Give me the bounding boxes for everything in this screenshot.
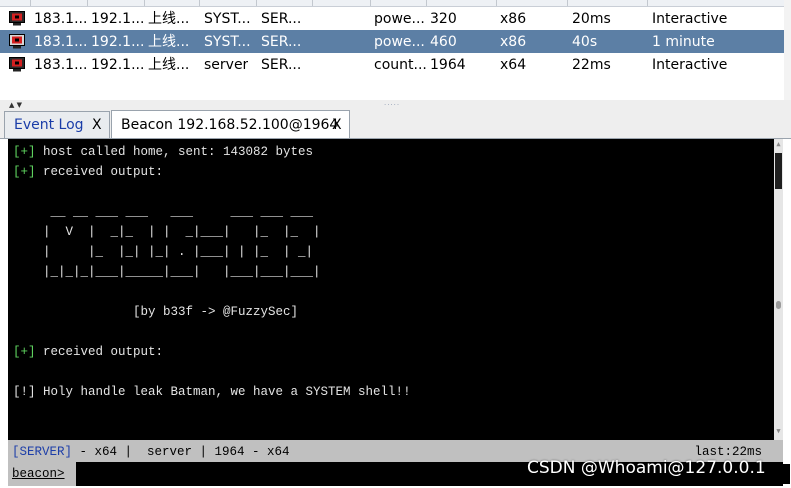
table-row[interactable]: 183.1... 192.1... 上线... SYST... SER... powe..… (0, 30, 784, 53)
beacon-console[interactable]: [+] host called home, sent: 143082 bytes… (8, 139, 783, 440)
scroll-up-icon[interactable]: ▲ (774, 140, 783, 148)
col-sep (426, 0, 427, 6)
table-row[interactable]: 183.1... 192.1... 上线... server SER... count..… (0, 53, 784, 76)
cell-user: SYST... (204, 11, 251, 27)
cell-note: 1 minute (652, 34, 715, 50)
console-prefix: [+] (13, 165, 36, 179)
status-info: - x64 | server | 1964 - x64 (72, 445, 290, 459)
console-text: | V | _|_ | | _|___| |_ |_ | (13, 225, 321, 239)
cell-external: 183.1... (34, 11, 88, 27)
col-sep (30, 0, 31, 6)
col-sep (199, 0, 200, 6)
console-line: |_|_|_|___|_____|___| |___|___|___| (13, 262, 411, 282)
console-line: | V | _|_ | | _|___| |_ |_ | (13, 222, 411, 242)
console-line: [by b33f -> @FuzzySec] (13, 302, 411, 322)
col-sep (312, 0, 313, 6)
cell-internal: 192.1... (91, 57, 145, 73)
cell-listener: 上线... (148, 11, 190, 27)
console-line: [+] received output: (13, 162, 411, 182)
console-line: [+] host called home, sent: 143082 bytes (13, 142, 411, 162)
console-line: [+] received output: (13, 342, 411, 362)
console-output: [+] host called home, sent: 143082 bytes… (13, 142, 411, 402)
cell-last: 22ms (572, 57, 611, 73)
cell-process: powe... (374, 11, 425, 27)
col-sep (87, 0, 88, 6)
cell-listener: 上线... (148, 34, 190, 50)
console-line: | |_ |_| |_| . |___| | |_ | _| (13, 242, 411, 262)
cell-arch: x64 (500, 57, 527, 73)
session-table: 183.1... 192.1... 上线... SYST... SER... powe..… (0, 0, 785, 100)
cell-process: powe... (374, 34, 425, 50)
cell-last: 40s (572, 34, 598, 50)
cell-pid: 320 (430, 11, 457, 27)
scroll-marker (776, 301, 781, 309)
col-sep (647, 0, 648, 6)
tab-close-button[interactable]: X (332, 117, 342, 133)
col-sep (370, 0, 371, 6)
console-line: __ __ ___ ___ ___ ___ ___ ___ (13, 202, 411, 222)
splitter-grip-icon[interactable]: ····· (384, 101, 400, 109)
beacon-prompt: beacon> (8, 462, 76, 486)
cell-last: 20ms (572, 11, 611, 27)
console-text: received output: (35, 345, 164, 359)
cell-internal: 192.1... (91, 34, 145, 50)
console-prefix: [+] (13, 145, 36, 159)
split-pane-divider[interactable]: ▲ ▼ ····· (0, 100, 791, 109)
table-scrollbar[interactable] (784, 0, 791, 100)
tab-close-button[interactable]: X (92, 117, 102, 133)
console-scrollbar[interactable]: ▲ ▼ (774, 139, 783, 440)
cell-listener: 上线... (148, 57, 190, 73)
tab-bar: Event Log X Beacon 192.168.52.100@1964 X (0, 109, 791, 139)
console-prefix: [+] (13, 345, 36, 359)
console-text: | |_ |_| |_| . |___| | |_ | _| (13, 245, 314, 259)
computer-monitor-icon (9, 57, 25, 72)
console-text: __ __ ___ ___ ___ ___ ___ ___ (13, 205, 314, 219)
tab-beacon[interactable]: Beacon 192.168.52.100@1964 X (111, 110, 350, 139)
col-sep (256, 0, 257, 6)
watermark: CSDN @Whoami@127.0.0.1 (527, 458, 766, 478)
status-left: [SERVER] - x64 | server | 1964 - x64 (12, 440, 290, 464)
console-text: |_|_|_|___|_____|___| |___|___|___| (13, 265, 321, 279)
scroll-down-icon[interactable]: ▼ (774, 427, 783, 435)
tab-event-log[interactable]: Event Log X (4, 111, 110, 138)
cell-pid: 1964 (430, 57, 466, 73)
console-line: [!] Holy handle leak Batman, we have a S… (13, 382, 411, 402)
cell-computer: SER... (261, 34, 302, 50)
cell-arch: x86 (500, 34, 527, 50)
collapse-arrows-icon[interactable]: ▲ ▼ (9, 101, 22, 109)
tab-label: Beacon 192.168.52.100@1964 (121, 117, 339, 133)
cell-external: 183.1... (34, 34, 88, 50)
cell-internal: 192.1... (91, 11, 145, 27)
console-text: [!] Holy handle leak Batman, we have a S… (13, 385, 411, 399)
cell-pid: 460 (430, 34, 457, 50)
server-tag: [SERVER] (12, 445, 73, 459)
cell-note: Interactive (652, 57, 728, 73)
tab-label: Event Log (14, 117, 84, 133)
table-header[interactable] (0, 0, 784, 7)
computer-monitor-icon (9, 34, 25, 49)
scroll-thumb[interactable] (775, 153, 782, 189)
console-text: host called home, sent: 143082 bytes (35, 145, 314, 159)
cell-computer: SER... (261, 57, 302, 73)
table-row[interactable]: 183.1... 192.1... 上线... SYST... SER... powe..… (0, 7, 784, 30)
col-sep (144, 0, 145, 6)
col-sep (567, 0, 568, 6)
cell-process: count... (374, 57, 427, 73)
cell-computer: SER... (261, 11, 302, 27)
cell-user: SYST... (204, 34, 251, 50)
cell-external: 183.1... (34, 57, 88, 73)
cell-note: Interactive (652, 11, 728, 27)
cell-user: server (204, 57, 249, 73)
computer-monitor-icon (9, 11, 25, 26)
console-text: received output: (35, 165, 164, 179)
col-sep (496, 0, 497, 6)
cell-arch: x86 (500, 11, 527, 27)
console-text: [by b33f -> @FuzzySec] (13, 305, 299, 319)
